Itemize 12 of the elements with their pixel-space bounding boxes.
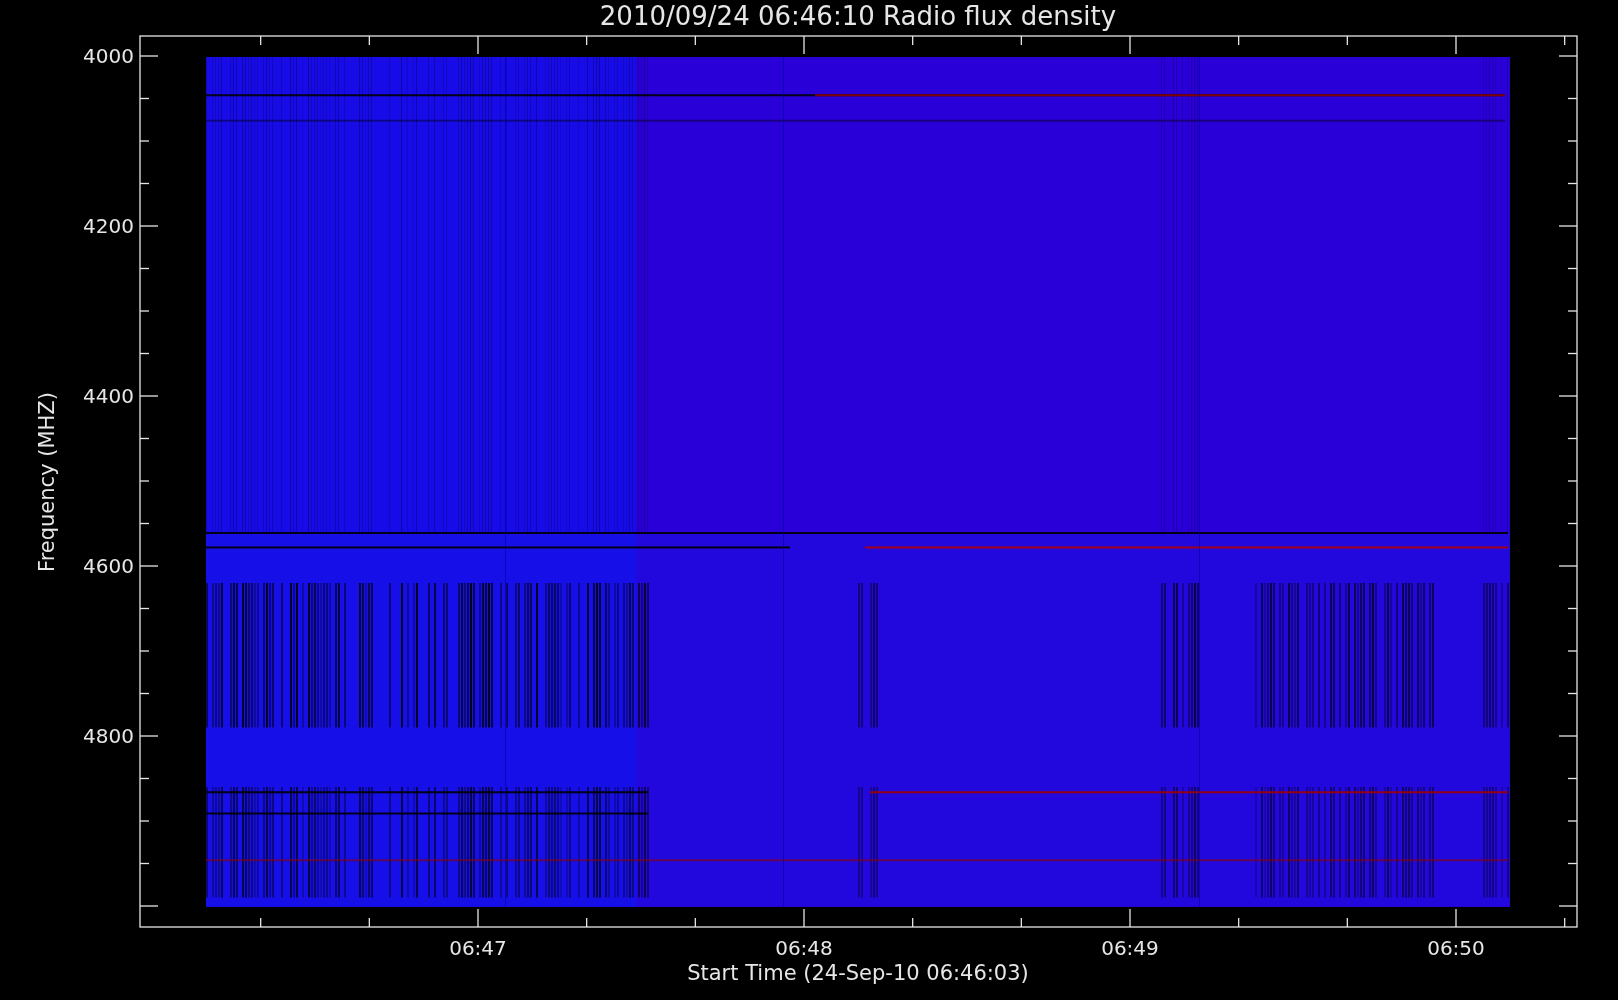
x-axis-label: Start Time (24-Sep-10 06:46:03) — [687, 961, 1029, 985]
chart-title: 2010/09/24 06:46:10 Radio flux density — [599, 1, 1117, 31]
y-tick-label: 4400 — [83, 384, 134, 408]
y-tick-label: 4600 — [83, 554, 134, 578]
y-tick-label: 4800 — [83, 724, 134, 748]
x-tick-label: 06:48 — [775, 936, 833, 960]
y-axis-label: Frequency (MHZ) — [35, 392, 59, 572]
y-tick-label: 4200 — [83, 214, 134, 238]
x-tick-label: 06:49 — [1101, 936, 1159, 960]
x-tick-label: 06:50 — [1427, 936, 1485, 960]
x-tick-label: 06:47 — [449, 936, 507, 960]
y-tick-label: 4000 — [83, 44, 134, 68]
